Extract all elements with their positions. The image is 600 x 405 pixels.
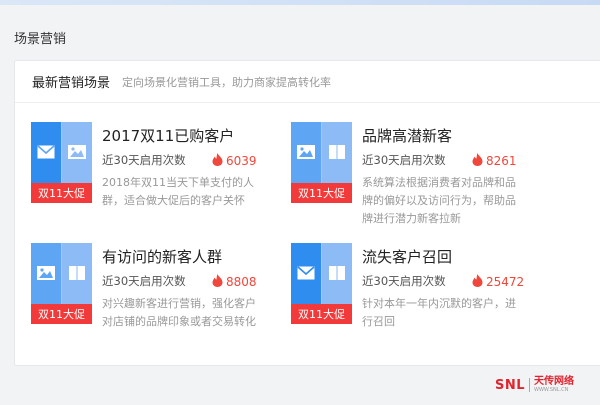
scene-card-title[interactable]: 2017双11已购客户 xyxy=(102,125,234,146)
scene-card-title[interactable]: 品牌高潜新客 xyxy=(362,125,452,146)
scene-card-description: 对兴趣新客进行营销，强化客户对店铺的品牌印象或者交易转化 xyxy=(102,297,256,328)
usage-stat: 25472 xyxy=(472,272,524,291)
book-icon xyxy=(328,265,346,284)
scene-tag: 双11大促 xyxy=(291,304,352,324)
panel-title: 最新营销场景 xyxy=(32,76,111,91)
usage-stat: 8808 xyxy=(212,272,257,291)
top-accent-bar xyxy=(0,0,600,5)
scene-card-title[interactable]: 流失客户召回 xyxy=(362,246,452,267)
watermark-logo: SNL 天传网络 WWW.SNL.CN xyxy=(495,376,574,394)
usage-label: 近30天启用次数 xyxy=(102,153,186,167)
scene-card-churn-recall[interactable]: 双11大促 流失客户召回 近30天启用次数 25472 针对本年一年内沉默的客户… xyxy=(291,243,541,353)
usage-label: 近30天启用次数 xyxy=(362,274,446,288)
envelope-icon xyxy=(297,265,315,284)
image-icon xyxy=(68,144,86,163)
scene-panel: 最新营销场景 定向场景化营销工具，助力商家提高转化率 双11大促 2017双11… xyxy=(14,60,600,366)
scene-card-repurchase[interactable]: 双11大促 2017双11已购客户 近30天启用次数 6039 2018年双11… xyxy=(31,122,281,232)
scene-card-thumbnail: 双11大促 xyxy=(291,122,352,203)
panel-header: 最新营销场景 定向场景化营销工具，助力商家提高转化率 xyxy=(15,61,600,103)
scene-tag: 双11大促 xyxy=(291,183,352,203)
usage-stat: 6039 xyxy=(212,151,257,170)
scene-card-thumbnail: 双11大促 xyxy=(31,122,92,203)
watermark-sub: WWW.SNL.CN xyxy=(534,387,569,393)
scene-card-description: 系统算法根据消费者对品牌和品牌的偏好以及访问行为，帮助品牌进行潜力新客拉新 xyxy=(362,176,516,225)
page-title: 场景营销 xyxy=(14,32,67,47)
scene-tag: 双11大促 xyxy=(31,304,92,324)
scene-card-visiting-new[interactable]: 双11大促 有访问的新客人群 近30天启用次数 8808 对兴趣新客进行营销，强… xyxy=(31,243,281,353)
watermark-snl: SNL xyxy=(495,377,526,393)
scene-card-description: 2018年双11当天下单支付的人群，适合做大促后的客户关怀 xyxy=(102,176,254,207)
envelope-icon xyxy=(37,144,55,163)
fire-icon xyxy=(212,272,223,291)
fire-icon xyxy=(472,272,483,291)
scene-card-title[interactable]: 有访问的新客人群 xyxy=(102,246,222,267)
scene-tag: 双11大促 xyxy=(31,183,92,203)
usage-stat: 8261 xyxy=(472,151,517,170)
usage-label: 近30天启用次数 xyxy=(362,153,446,167)
usage-label: 近30天启用次数 xyxy=(102,274,186,288)
fire-icon xyxy=(212,151,223,170)
usage-count: 25472 xyxy=(486,274,525,289)
usage-count: 8808 xyxy=(226,274,257,289)
scene-card-brand-prospects[interactable]: 双11大促 品牌高潜新客 近30天启用次数 8261 系统算法根据消费者对品牌和… xyxy=(291,122,541,232)
fire-icon xyxy=(472,151,483,170)
image-icon xyxy=(297,144,315,163)
book-icon xyxy=(68,265,86,284)
usage-count: 6039 xyxy=(226,153,257,168)
usage-count: 8261 xyxy=(486,153,517,168)
panel-subtitle: 定向场景化营销工具，助力商家提高转化率 xyxy=(122,75,332,89)
scene-card-description: 针对本年一年内沉默的客户，进行召回 xyxy=(362,297,516,328)
scene-card-thumbnail: 双11大促 xyxy=(31,243,92,324)
scene-card-thumbnail: 双11大促 xyxy=(291,243,352,324)
watermark-name: 天传网络 xyxy=(534,376,575,387)
image-icon xyxy=(37,265,55,284)
book-icon xyxy=(328,144,346,163)
